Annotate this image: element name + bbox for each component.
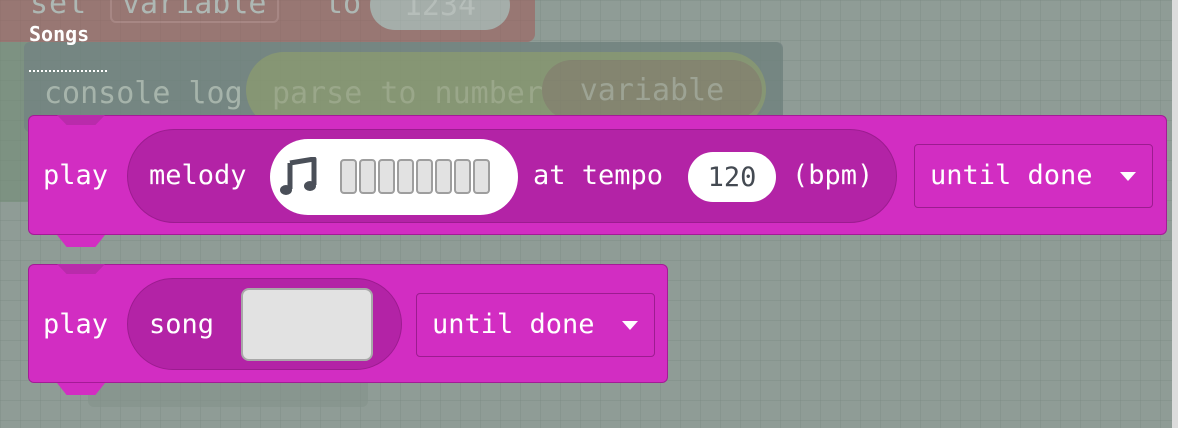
melody-note-cell[interactable] xyxy=(340,159,357,194)
console-variable-dropdown: variable xyxy=(542,60,762,120)
play-song-play-label: play xyxy=(43,309,109,340)
song-picker-field[interactable] xyxy=(241,288,373,361)
melody-mode-dropdown[interactable]: until done xyxy=(914,144,1153,208)
play-melody-block[interactable]: play melody at tempo 120 (bpm) until don… xyxy=(28,115,1167,247)
block-bottom-tab xyxy=(57,235,105,247)
category-title: Songs xyxy=(29,22,90,46)
melody-note-cell[interactable] xyxy=(416,159,433,194)
melody-label: melody xyxy=(149,160,247,191)
set-variable-dropdown: variable xyxy=(110,0,279,23)
set-keyword: set xyxy=(30,0,88,21)
melody-note-cell[interactable] xyxy=(435,159,452,194)
play-song-block[interactable]: play song until done xyxy=(28,264,668,395)
song-mode-dropdown[interactable]: until done xyxy=(416,293,655,357)
bpm-label: (bpm) xyxy=(792,160,874,191)
melody-mode-label: until done xyxy=(930,160,1093,191)
category-underline xyxy=(29,70,107,72)
chevron-down-icon xyxy=(622,321,638,330)
workspace-scrollbar[interactable] xyxy=(1172,0,1178,428)
set-value-field: 1234 xyxy=(370,0,510,30)
melody-group[interactable]: melody at tempo 120 (bpm) xyxy=(127,129,897,223)
console-log-label: console log xyxy=(44,76,243,111)
block-top-notch xyxy=(57,115,105,125)
melody-note-cell[interactable] xyxy=(359,159,376,194)
set-to-keyword: to xyxy=(325,0,362,21)
at-tempo-label: at tempo xyxy=(533,160,664,191)
song-label: song xyxy=(149,309,215,340)
play-melody-play-label: play xyxy=(43,160,109,191)
melody-note-cell[interactable] xyxy=(454,159,471,194)
melody-note-cell[interactable] xyxy=(473,159,490,194)
block-top-notch xyxy=(57,264,105,274)
chevron-down-icon xyxy=(1120,172,1136,181)
music-note-icon xyxy=(280,157,317,195)
melody-editor-field[interactable] xyxy=(270,139,518,215)
tempo-input[interactable]: 120 xyxy=(688,152,776,202)
melody-note-cell[interactable] xyxy=(397,159,414,194)
song-group[interactable]: song xyxy=(127,278,402,370)
melody-note-cell[interactable] xyxy=(378,159,395,194)
parse-to-number-label: parse to number xyxy=(272,76,543,111)
song-mode-label: until done xyxy=(432,309,595,340)
